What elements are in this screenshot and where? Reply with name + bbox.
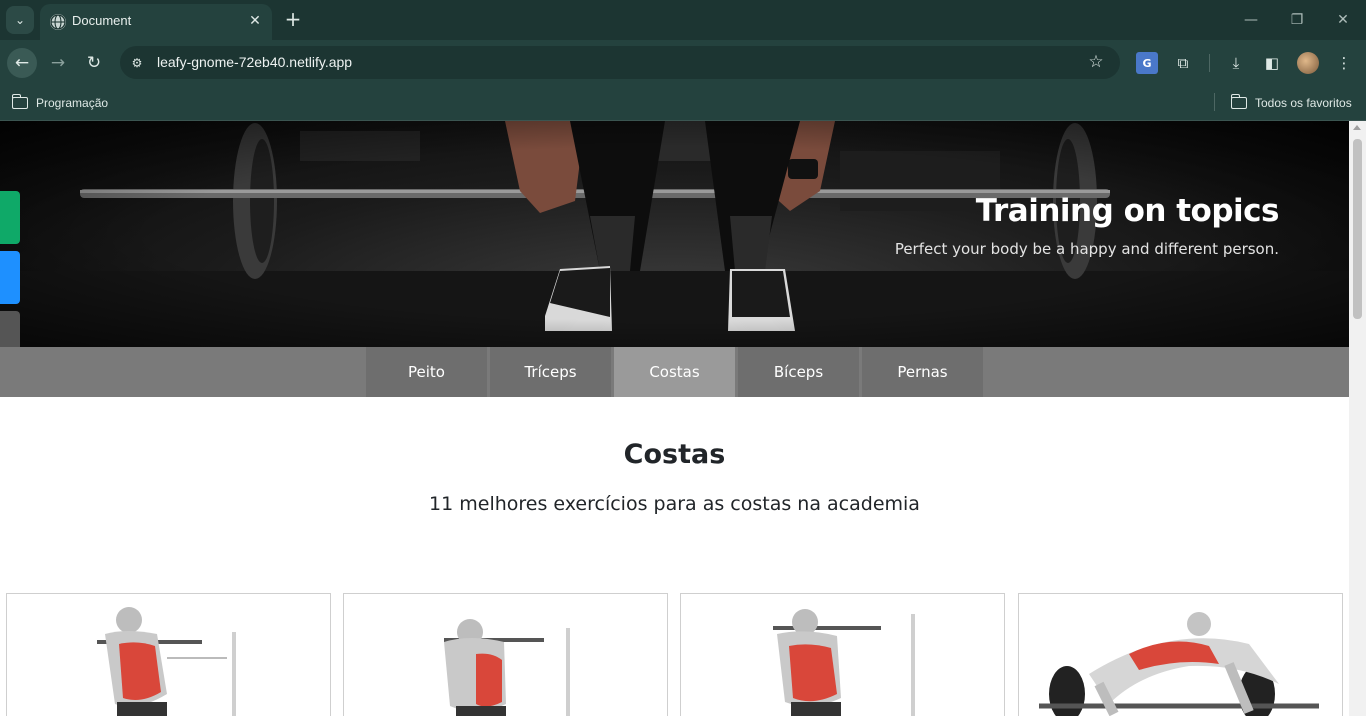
tab-costas[interactable]: Costas bbox=[614, 347, 735, 397]
profile-avatar[interactable] bbox=[1297, 52, 1319, 74]
arrow-left-icon: ← bbox=[14, 53, 30, 73]
barbell-row-illustration bbox=[1039, 612, 1319, 716]
topic-navigation: Peito Tríceps Costas Bíceps Pernas bbox=[0, 347, 1349, 397]
bookmark-folder-all[interactable]: Todos os favoritos bbox=[1230, 93, 1352, 113]
page-scrollbar[interactable] bbox=[1349, 121, 1366, 716]
folder-icon bbox=[11, 94, 28, 109]
hero-title: Training on topics bbox=[975, 193, 1280, 229]
tab-peito[interactable]: Peito bbox=[366, 347, 487, 397]
exercise-card[interactable] bbox=[1018, 593, 1343, 716]
exercise-card[interactable] bbox=[680, 593, 1005, 716]
close-icon[interactable]: ✕ bbox=[246, 12, 264, 30]
deadlift-photo bbox=[0, 121, 1349, 347]
forward-button[interactable]: → bbox=[43, 48, 73, 78]
tab-biceps[interactable]: Bíceps bbox=[738, 347, 859, 397]
arrow-right-icon: → bbox=[50, 53, 66, 73]
menu-dots-icon[interactable]: ⋮ bbox=[1333, 52, 1355, 74]
hero-banner: Training on topics Perfect your body be … bbox=[0, 121, 1349, 347]
section-title: Costas bbox=[623, 439, 726, 470]
browser-chrome: ⌄ Document ✕ + — ❐ ✕ ← → ↻ ⚙ leafy-gnome… bbox=[0, 0, 1366, 121]
bookmarks-divider bbox=[1214, 93, 1215, 111]
section-subtitle: 11 melhores exercícios para as costas na… bbox=[429, 493, 920, 515]
url-text[interactable]: leafy-gnome-72eb40.netlify.app bbox=[157, 54, 352, 70]
minimize-button[interactable]: — bbox=[1239, 8, 1263, 32]
restore-button[interactable]: ❐ bbox=[1285, 8, 1309, 32]
chevron-down-icon: ⌄ bbox=[14, 13, 26, 27]
bookmark-label: Programação bbox=[36, 96, 109, 110]
exercise-card[interactable] bbox=[6, 593, 331, 716]
reload-button[interactable]: ↻ bbox=[79, 48, 109, 78]
facebook-button[interactable] bbox=[0, 251, 20, 304]
extensions-icon[interactable]: ⧉ bbox=[1172, 52, 1194, 74]
close-window-button[interactable]: ✕ bbox=[1331, 8, 1355, 32]
whatsapp-button[interactable] bbox=[0, 191, 20, 244]
download-icon[interactable]: ⤓ bbox=[1225, 52, 1247, 74]
globe-icon bbox=[50, 14, 66, 30]
browser-toolbar: ← → ↻ ⚙ leafy-gnome-72eb40.netlify.app ☆… bbox=[0, 40, 1366, 86]
bookmark-label: Todos os favoritos bbox=[1255, 96, 1352, 110]
pull-up-illustration bbox=[773, 609, 915, 716]
scroll-thumb[interactable] bbox=[1353, 139, 1362, 319]
exercise-card[interactable] bbox=[343, 593, 668, 716]
web-page: Training on topics Perfect your body be … bbox=[0, 121, 1349, 716]
pull-up-illustration bbox=[444, 619, 570, 716]
tab-pernas[interactable]: Pernas bbox=[862, 347, 983, 397]
side-panel-icon[interactable]: ◧ bbox=[1261, 52, 1283, 74]
tab-search-button[interactable]: ⌄ bbox=[6, 6, 34, 34]
address-bar[interactable]: ⚙ leafy-gnome-72eb40.netlify.app ☆ bbox=[120, 46, 1120, 79]
pull-up-illustration bbox=[97, 607, 236, 716]
bookmark-folder-programacao[interactable]: Programação bbox=[11, 93, 109, 113]
folder-icon bbox=[1230, 94, 1247, 109]
plus-icon: + bbox=[284, 7, 302, 31]
tab-triceps[interactable]: Tríceps bbox=[490, 347, 611, 397]
translate-icon[interactable]: G bbox=[1136, 52, 1158, 74]
bookmark-star-icon[interactable]: ☆ bbox=[1086, 52, 1106, 72]
back-button[interactable]: ← bbox=[7, 48, 37, 78]
browser-tab[interactable]: Document ✕ bbox=[40, 4, 272, 40]
tab-strip: ⌄ Document ✕ + — ❐ ✕ bbox=[0, 0, 1366, 40]
new-tab-button[interactable]: + bbox=[282, 7, 304, 31]
hero-subtitle: Perfect your body be a happy and differe… bbox=[894, 240, 1279, 258]
tab-title: Document bbox=[72, 13, 132, 28]
bookmarks-bar: Programação Todos os favoritos bbox=[0, 86, 1366, 121]
site-info-icon[interactable]: ⚙ bbox=[128, 54, 146, 72]
toolbar-divider bbox=[1209, 54, 1210, 72]
scroll-up-arrow-icon[interactable] bbox=[1353, 125, 1361, 130]
reload-icon: ↻ bbox=[86, 53, 102, 73]
